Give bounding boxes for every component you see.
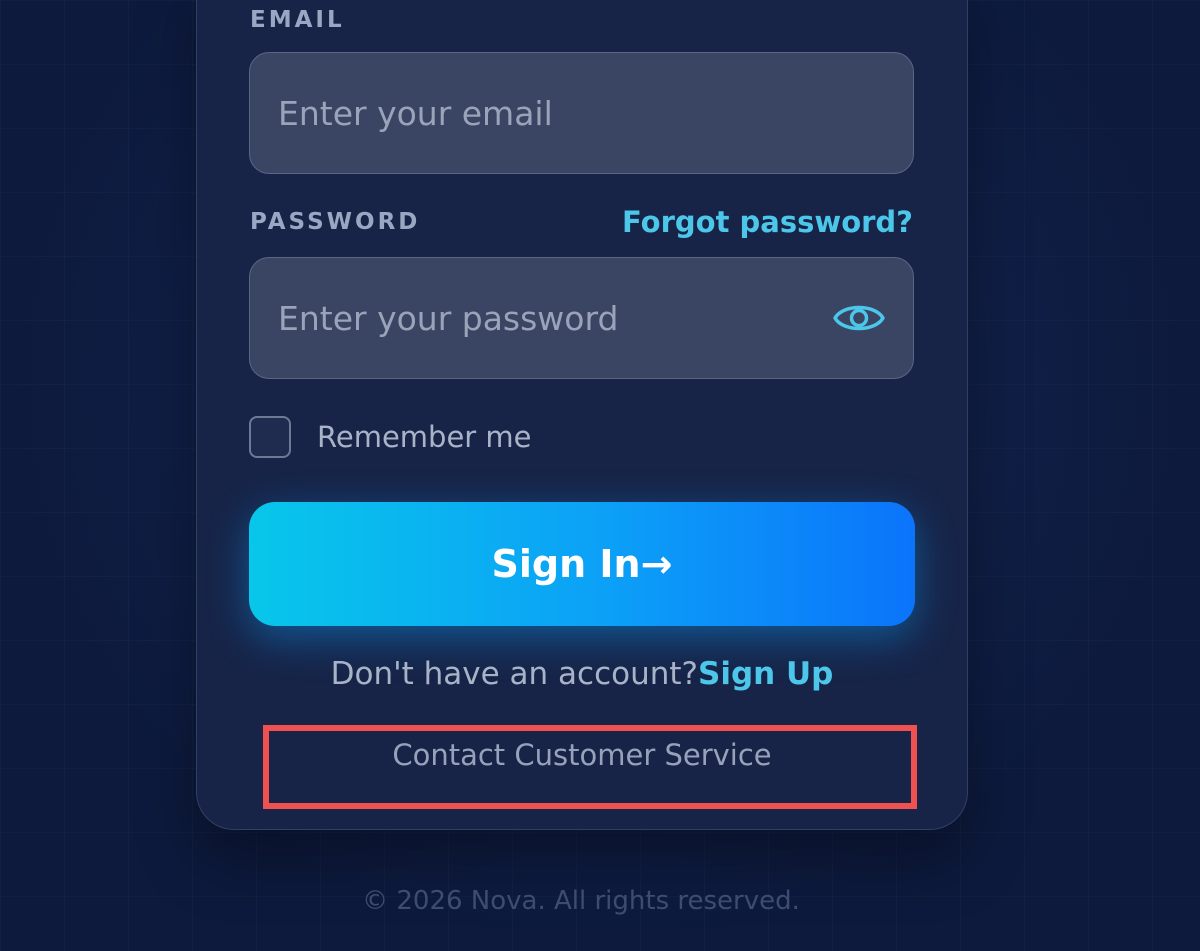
password-label: PASSWORD — [250, 209, 421, 235]
remember-me-row[interactable]: Remember me — [249, 413, 532, 461]
sign-up-link[interactable]: Sign Up — [698, 656, 833, 692]
password-field[interactable] — [249, 257, 914, 379]
eye-icon[interactable] — [831, 298, 887, 338]
remember-me-checkbox[interactable] — [249, 416, 291, 458]
email-label: EMAIL — [250, 7, 345, 33]
signup-prompt: Don't have an account?Sign Up — [249, 656, 915, 692]
password-input[interactable] — [278, 258, 818, 378]
sign-in-button[interactable]: Sign In→ — [249, 502, 915, 626]
copyright-footer: © 2026 Nova. All rights reserved. — [362, 886, 800, 916]
remember-me-label: Remember me — [317, 420, 532, 454]
no-account-text: Don't have an account? — [330, 656, 698, 692]
contact-customer-service-link[interactable]: Contact Customer Service — [249, 738, 915, 772]
forgot-password-link[interactable]: Forgot password? — [622, 205, 913, 239]
email-input[interactable] — [278, 53, 818, 173]
email-field[interactable] — [249, 52, 914, 174]
